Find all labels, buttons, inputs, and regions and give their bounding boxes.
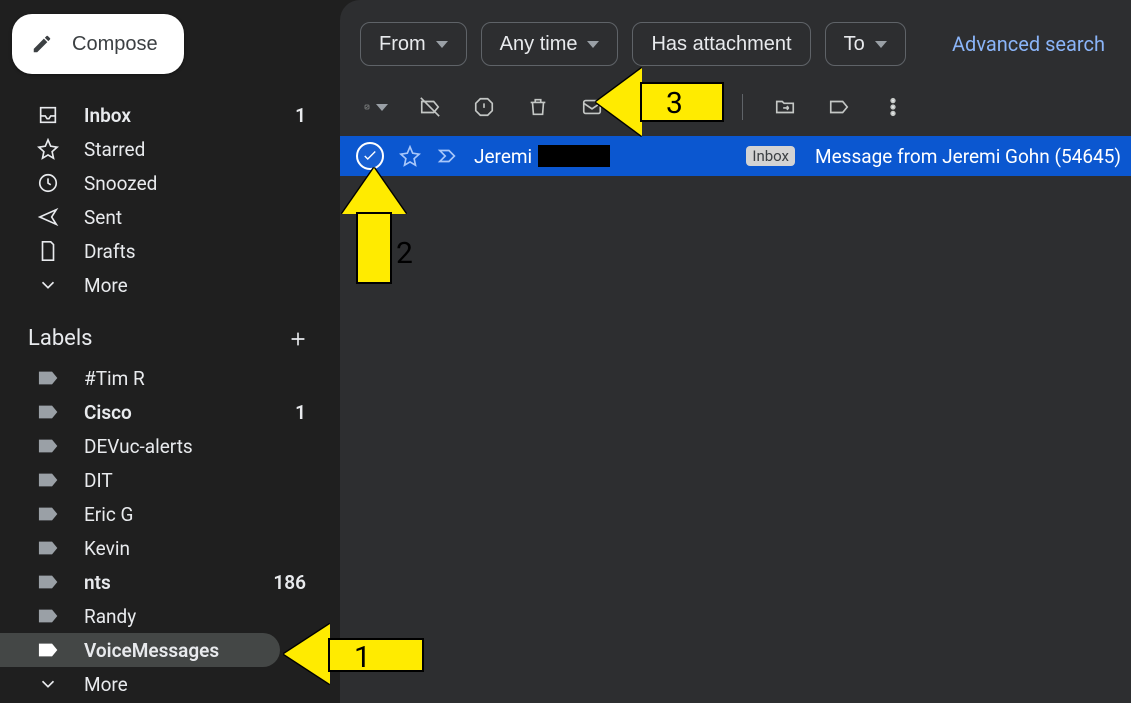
chevron-down-icon: [376, 104, 388, 111]
label-name: Kevin: [84, 537, 130, 560]
inbox-icon: [36, 103, 60, 127]
label-name: Randy: [84, 605, 136, 628]
pencil-icon: [30, 32, 54, 56]
nav-drafts[interactable]: Drafts: [0, 234, 340, 268]
labels-icon[interactable]: [827, 95, 851, 119]
compose-button[interactable]: Compose: [12, 14, 184, 74]
label-item[interactable]: Randy: [0, 599, 340, 633]
nav-label: More: [84, 274, 128, 297]
nav-label: Starred: [84, 138, 145, 161]
nav-label: Sent: [84, 206, 122, 229]
plus-icon[interactable]: [286, 327, 310, 351]
label-name: DIT: [84, 469, 113, 492]
label-name: #Tim R: [84, 367, 145, 390]
labels-title: Labels: [28, 326, 93, 351]
chip-label: From: [379, 33, 426, 56]
label-item[interactable]: nts 186: [0, 565, 340, 599]
star-icon: [36, 137, 60, 161]
label-item[interactable]: DEVuc-alerts: [0, 429, 340, 463]
label-item[interactable]: DIT: [0, 463, 340, 497]
snooze-icon[interactable]: [634, 95, 658, 119]
nav-inbox[interactable]: Inbox 1: [0, 98, 340, 132]
label-icon: [36, 502, 60, 526]
select-all-checkbox[interactable]: [364, 95, 388, 119]
label-count: 1: [295, 401, 306, 424]
more-menu-icon[interactable]: [881, 95, 905, 119]
redacted-block: [538, 145, 610, 167]
chevron-down-icon: [875, 41, 887, 48]
nav-count: 1: [295, 104, 306, 127]
nav-label: Snoozed: [84, 172, 157, 195]
label-icon: [36, 366, 60, 390]
inbox-badge: Inbox: [746, 146, 795, 166]
nav-label: Drafts: [84, 240, 136, 263]
report-spam-icon[interactable]: [472, 95, 496, 119]
send-icon: [36, 205, 60, 229]
chevron-down-icon: [36, 672, 60, 696]
main-panel: From Any time Has attachment To Advanced…: [340, 0, 1131, 703]
nav-snoozed[interactable]: Snoozed: [0, 166, 340, 200]
label-name: Eric G: [84, 503, 133, 526]
email-row[interactable]: Jeremi Inbox Message from Jeremi Gohn (5…: [340, 136, 1131, 176]
email-sender: Jeremi: [474, 145, 610, 168]
star-icon[interactable]: [398, 144, 422, 168]
mark-unread-icon[interactable]: [580, 95, 604, 119]
chevron-down-icon: [436, 41, 448, 48]
nav-more[interactable]: More: [0, 268, 340, 302]
email-checkbox[interactable]: [356, 142, 384, 170]
label-item-voicemessages[interactable]: VoiceMessages: [0, 633, 280, 667]
label-icon: [36, 604, 60, 628]
chip-has-attachment[interactable]: Has attachment: [632, 22, 810, 66]
advanced-search-link[interactable]: Advanced search: [952, 32, 1111, 56]
email-toolbar: [340, 80, 1131, 136]
remove-label-icon[interactable]: [418, 95, 442, 119]
label-name: Cisco: [84, 401, 132, 424]
move-to-icon[interactable]: [773, 95, 797, 119]
filter-chip-bar: From Any time Has attachment To Advanced…: [340, 12, 1131, 80]
label-icon: [36, 638, 60, 662]
chip-from[interactable]: From: [360, 22, 467, 66]
label-icon: [36, 536, 60, 560]
label-count: 186: [273, 571, 306, 594]
important-icon[interactable]: [436, 144, 460, 168]
label-icon: [36, 468, 60, 492]
label-name: nts: [84, 571, 111, 594]
file-icon: [36, 239, 60, 263]
labels-more-label: More: [84, 673, 128, 696]
delete-icon[interactable]: [526, 95, 550, 119]
label-name: DEVuc-alerts: [84, 435, 193, 458]
label-name: VoiceMessages: [84, 639, 219, 662]
label-item[interactable]: Kevin: [0, 531, 340, 565]
labels-more[interactable]: More: [0, 667, 340, 701]
sender-text: Jeremi: [474, 145, 532, 168]
label-icon: [36, 434, 60, 458]
add-to-tasks-icon[interactable]: [688, 95, 712, 119]
toolbar-separator: [742, 94, 743, 120]
compose-label: Compose: [72, 33, 158, 56]
chip-anytime[interactable]: Any time: [481, 22, 619, 66]
email-subject: Message from Jeremi Gohn (54645): [815, 145, 1121, 168]
label-icon: [36, 400, 60, 424]
nav-sent[interactable]: Sent: [0, 200, 340, 234]
chevron-down-icon: [36, 273, 60, 297]
chip-to[interactable]: To: [825, 22, 906, 66]
chip-label: Has attachment: [651, 33, 791, 56]
nav-label: Inbox: [84, 104, 131, 127]
nav-starred[interactable]: Starred: [0, 132, 340, 166]
chip-label: To: [844, 33, 865, 56]
label-item[interactable]: Eric G: [0, 497, 340, 531]
label-item[interactable]: #Tim R: [0, 361, 340, 395]
chevron-down-icon: [587, 41, 599, 48]
label-icon: [36, 570, 60, 594]
chip-label: Any time: [500, 33, 578, 56]
sidebar: Compose Inbox 1 Starred Snoozed Sent Dra…: [0, 0, 340, 703]
clock-icon: [36, 171, 60, 195]
labels-header: Labels: [0, 302, 340, 361]
label-item[interactable]: Cisco 1: [0, 395, 340, 429]
